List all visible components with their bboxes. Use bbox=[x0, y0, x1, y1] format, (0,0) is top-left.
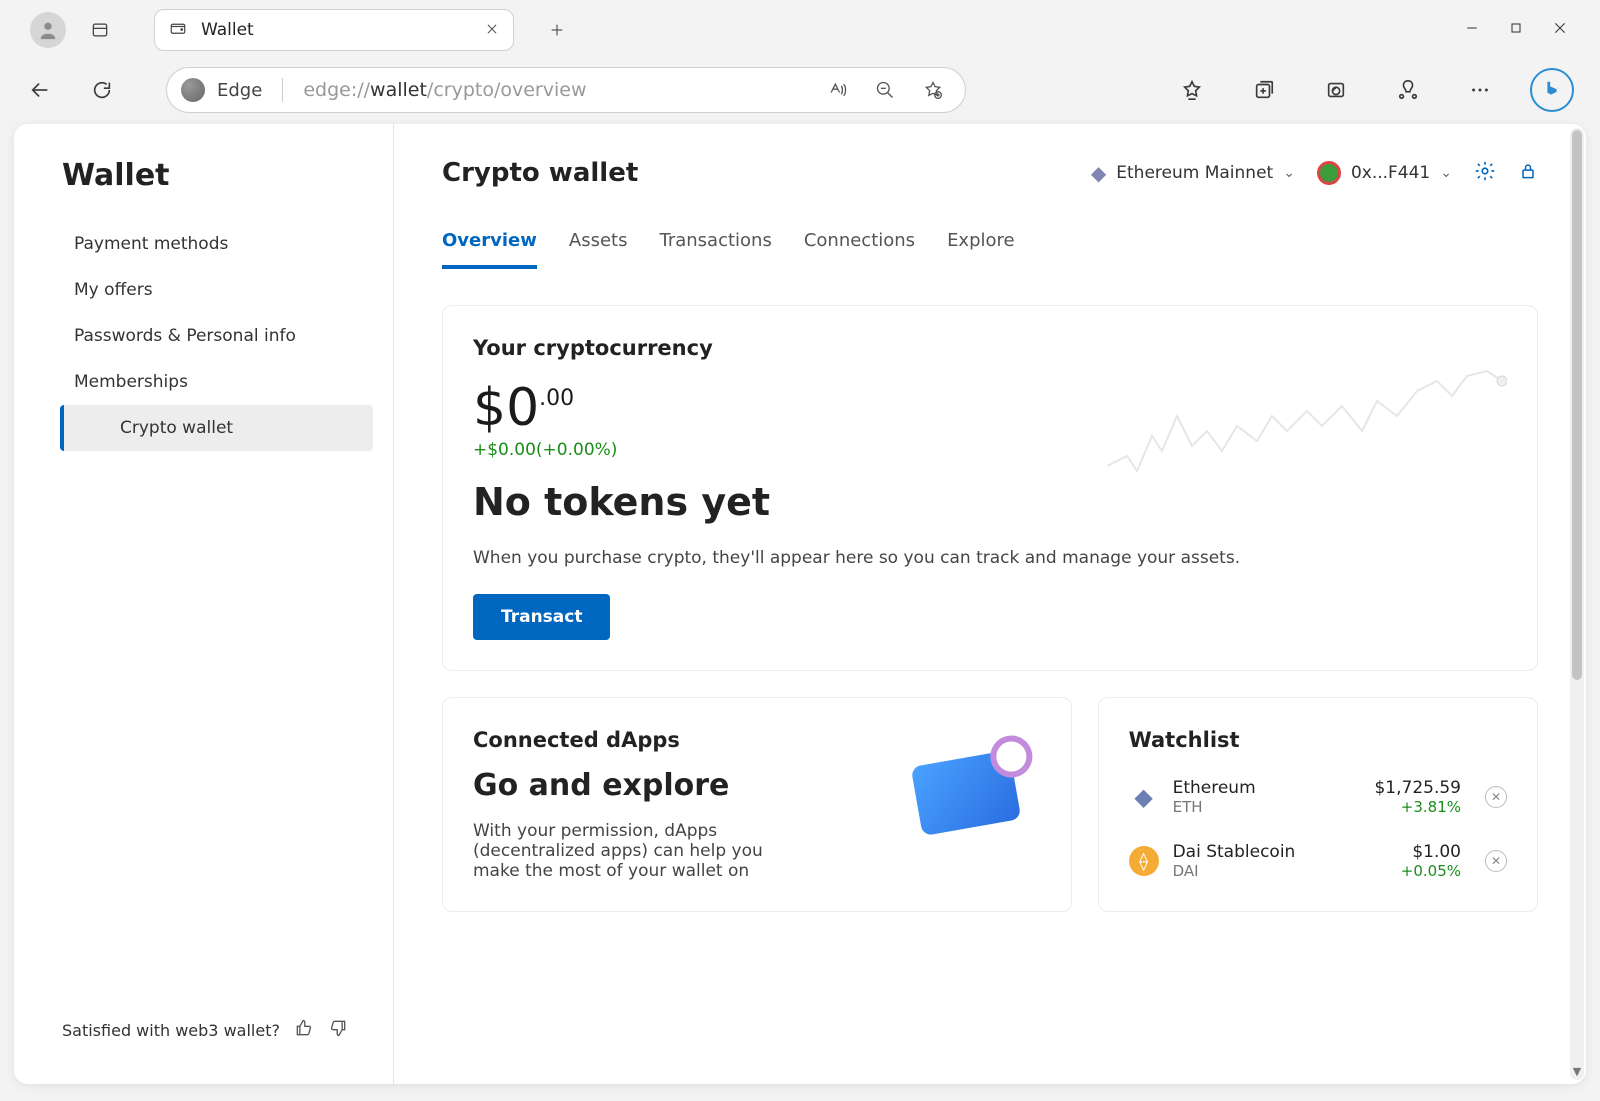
watchlist-item[interactable]: ⟠ Dai Stablecoin DAI $1.00 +0.05% ✕ bbox=[1129, 842, 1507, 880]
edge-logo-icon bbox=[181, 78, 205, 102]
main-header: Crypto wallet ◆ Ethereum Mainnet ⌄ 0x...… bbox=[442, 158, 1538, 188]
zoom-out-icon[interactable] bbox=[867, 72, 903, 108]
coin-symbol: ETH bbox=[1173, 798, 1256, 816]
tab-transactions[interactable]: Transactions bbox=[659, 230, 771, 269]
ethereum-coin-icon: ◆ bbox=[1129, 782, 1159, 812]
address-divider bbox=[282, 78, 283, 102]
feedback-prompt: Satisfied with web3 wallet? bbox=[62, 1021, 280, 1040]
scrollbar-thumb[interactable] bbox=[1572, 130, 1582, 680]
tab-close-button[interactable] bbox=[485, 21, 499, 40]
main-content: Crypto wallet ◆ Ethereum Mainnet ⌄ 0x...… bbox=[394, 124, 1586, 1084]
url-text: edge://wallet/crypto/overview bbox=[303, 79, 586, 101]
wallet-icon bbox=[169, 19, 187, 41]
tab-actions-button[interactable] bbox=[78, 8, 122, 52]
ie-mode-button[interactable] bbox=[1314, 68, 1358, 112]
browser-titlebar: Wallet bbox=[0, 0, 1600, 60]
browser-essentials-button[interactable] bbox=[1386, 68, 1430, 112]
coin-symbol: DAI bbox=[1173, 862, 1296, 880]
account-selector[interactable]: 0x...F441 ⌄ bbox=[1317, 161, 1452, 185]
tab-overview[interactable]: Overview bbox=[442, 230, 537, 269]
watchlist-card: Watchlist ◆ Ethereum ETH $1,725.59 +3.81… bbox=[1098, 697, 1538, 912]
profile-avatar[interactable] bbox=[30, 12, 66, 48]
network-selector[interactable]: ◆ Ethereum Mainnet ⌄ bbox=[1091, 161, 1295, 185]
sidebar-item-crypto-wallet[interactable]: Crypto wallet bbox=[60, 405, 373, 451]
thumbs-up-button[interactable] bbox=[294, 1018, 314, 1042]
lock-button[interactable] bbox=[1518, 160, 1538, 186]
crypto-tabs: Overview Assets Transactions Connections… bbox=[442, 230, 1538, 269]
coin-price: $1,725.59 bbox=[1374, 778, 1461, 798]
refresh-button[interactable] bbox=[80, 68, 124, 112]
tab-explore[interactable]: Explore bbox=[947, 230, 1015, 269]
coin-price: $1.00 bbox=[1401, 842, 1461, 862]
portfolio-amount: $0 bbox=[473, 378, 539, 438]
more-button[interactable] bbox=[1458, 68, 1502, 112]
tab-assets[interactable]: Assets bbox=[569, 230, 628, 269]
favorite-add-icon[interactable] bbox=[915, 72, 951, 108]
favorites-button[interactable] bbox=[1170, 68, 1214, 112]
sidebar-title: Wallet bbox=[14, 158, 393, 221]
sparkline-chart bbox=[1107, 356, 1507, 486]
dapps-heading: Go and explore bbox=[473, 768, 891, 803]
sidebar-item-passwords[interactable]: Passwords & Personal info bbox=[14, 313, 393, 359]
sidebar-item-payment-methods[interactable]: Payment methods bbox=[14, 221, 393, 267]
address-bar[interactable]: Edge edge://wallet/crypto/overview bbox=[166, 67, 966, 113]
window-minimize-button[interactable] bbox=[1464, 20, 1480, 40]
chevron-down-icon: ⌄ bbox=[1283, 165, 1295, 181]
dai-coin-icon: ⟠ bbox=[1129, 846, 1159, 876]
remove-watchlist-button[interactable]: ✕ bbox=[1485, 786, 1507, 808]
portfolio-amount-decimals: .00 bbox=[539, 386, 574, 411]
watchlist-section-title: Watchlist bbox=[1129, 728, 1507, 752]
vertical-scrollbar[interactable]: ▲ ▼ bbox=[1570, 128, 1584, 1080]
connected-dapps-card: Connected dApps Go and explore With your… bbox=[442, 697, 1072, 912]
window-close-button[interactable] bbox=[1552, 20, 1568, 40]
empty-description: When you purchase crypto, they'll appear… bbox=[473, 548, 1507, 568]
new-tab-button[interactable] bbox=[536, 9, 578, 51]
feedback-row: Satisfied with web3 wallet? bbox=[14, 1018, 393, 1064]
coin-name: Ethereum bbox=[1173, 778, 1256, 798]
network-label: Ethereum Mainnet bbox=[1116, 163, 1273, 183]
coin-name: Dai Stablecoin bbox=[1173, 842, 1296, 862]
wallet-link-icon bbox=[910, 750, 1021, 836]
dapps-illustration bbox=[891, 728, 1041, 881]
portfolio-card: Your cryptocurrency $0 .00 +$0.00(+0.00%… bbox=[442, 305, 1538, 671]
chevron-down-icon: ⌄ bbox=[1440, 165, 1452, 181]
coin-change: +3.81% bbox=[1374, 798, 1461, 816]
dapps-section-title: Connected dApps bbox=[473, 728, 891, 752]
content-shell: Wallet Payment methods My offers Passwor… bbox=[14, 124, 1586, 1084]
window-maximize-button[interactable] bbox=[1508, 20, 1524, 40]
read-aloud-icon[interactable] bbox=[819, 72, 855, 108]
tab-title: Wallet bbox=[201, 20, 471, 40]
collections-button[interactable] bbox=[1242, 68, 1286, 112]
watchlist-item[interactable]: ◆ Ethereum ETH $1,725.59 +3.81% ✕ bbox=[1129, 778, 1507, 816]
page-title: Crypto wallet bbox=[442, 158, 638, 188]
browser-tab[interactable]: Wallet bbox=[154, 9, 514, 51]
browser-toolbar: Edge edge://wallet/crypto/overview bbox=[0, 60, 1600, 120]
thumbs-down-button[interactable] bbox=[328, 1018, 348, 1042]
dapps-description: With your permission, dApps (decentraliz… bbox=[473, 821, 773, 881]
empty-heading: No tokens yet bbox=[473, 480, 1507, 524]
sidebar-item-my-offers[interactable]: My offers bbox=[14, 267, 393, 313]
bing-chat-button[interactable] bbox=[1530, 68, 1574, 112]
scroll-down-arrow[interactable]: ▼ bbox=[1570, 1065, 1584, 1078]
settings-button[interactable] bbox=[1474, 160, 1496, 186]
transact-button[interactable]: Transact bbox=[473, 594, 610, 640]
edge-label: Edge bbox=[217, 80, 262, 101]
ethereum-icon: ◆ bbox=[1091, 161, 1106, 185]
remove-watchlist-button[interactable]: ✕ bbox=[1485, 850, 1507, 872]
tab-connections[interactable]: Connections bbox=[804, 230, 915, 269]
account-label: 0x...F441 bbox=[1351, 163, 1430, 183]
back-button[interactable] bbox=[18, 68, 62, 112]
wallet-sidebar: Wallet Payment methods My offers Passwor… bbox=[14, 124, 394, 1084]
sidebar-item-memberships[interactable]: Memberships bbox=[14, 359, 393, 405]
coin-change: +0.05% bbox=[1401, 862, 1461, 880]
account-avatar-icon bbox=[1317, 161, 1341, 185]
